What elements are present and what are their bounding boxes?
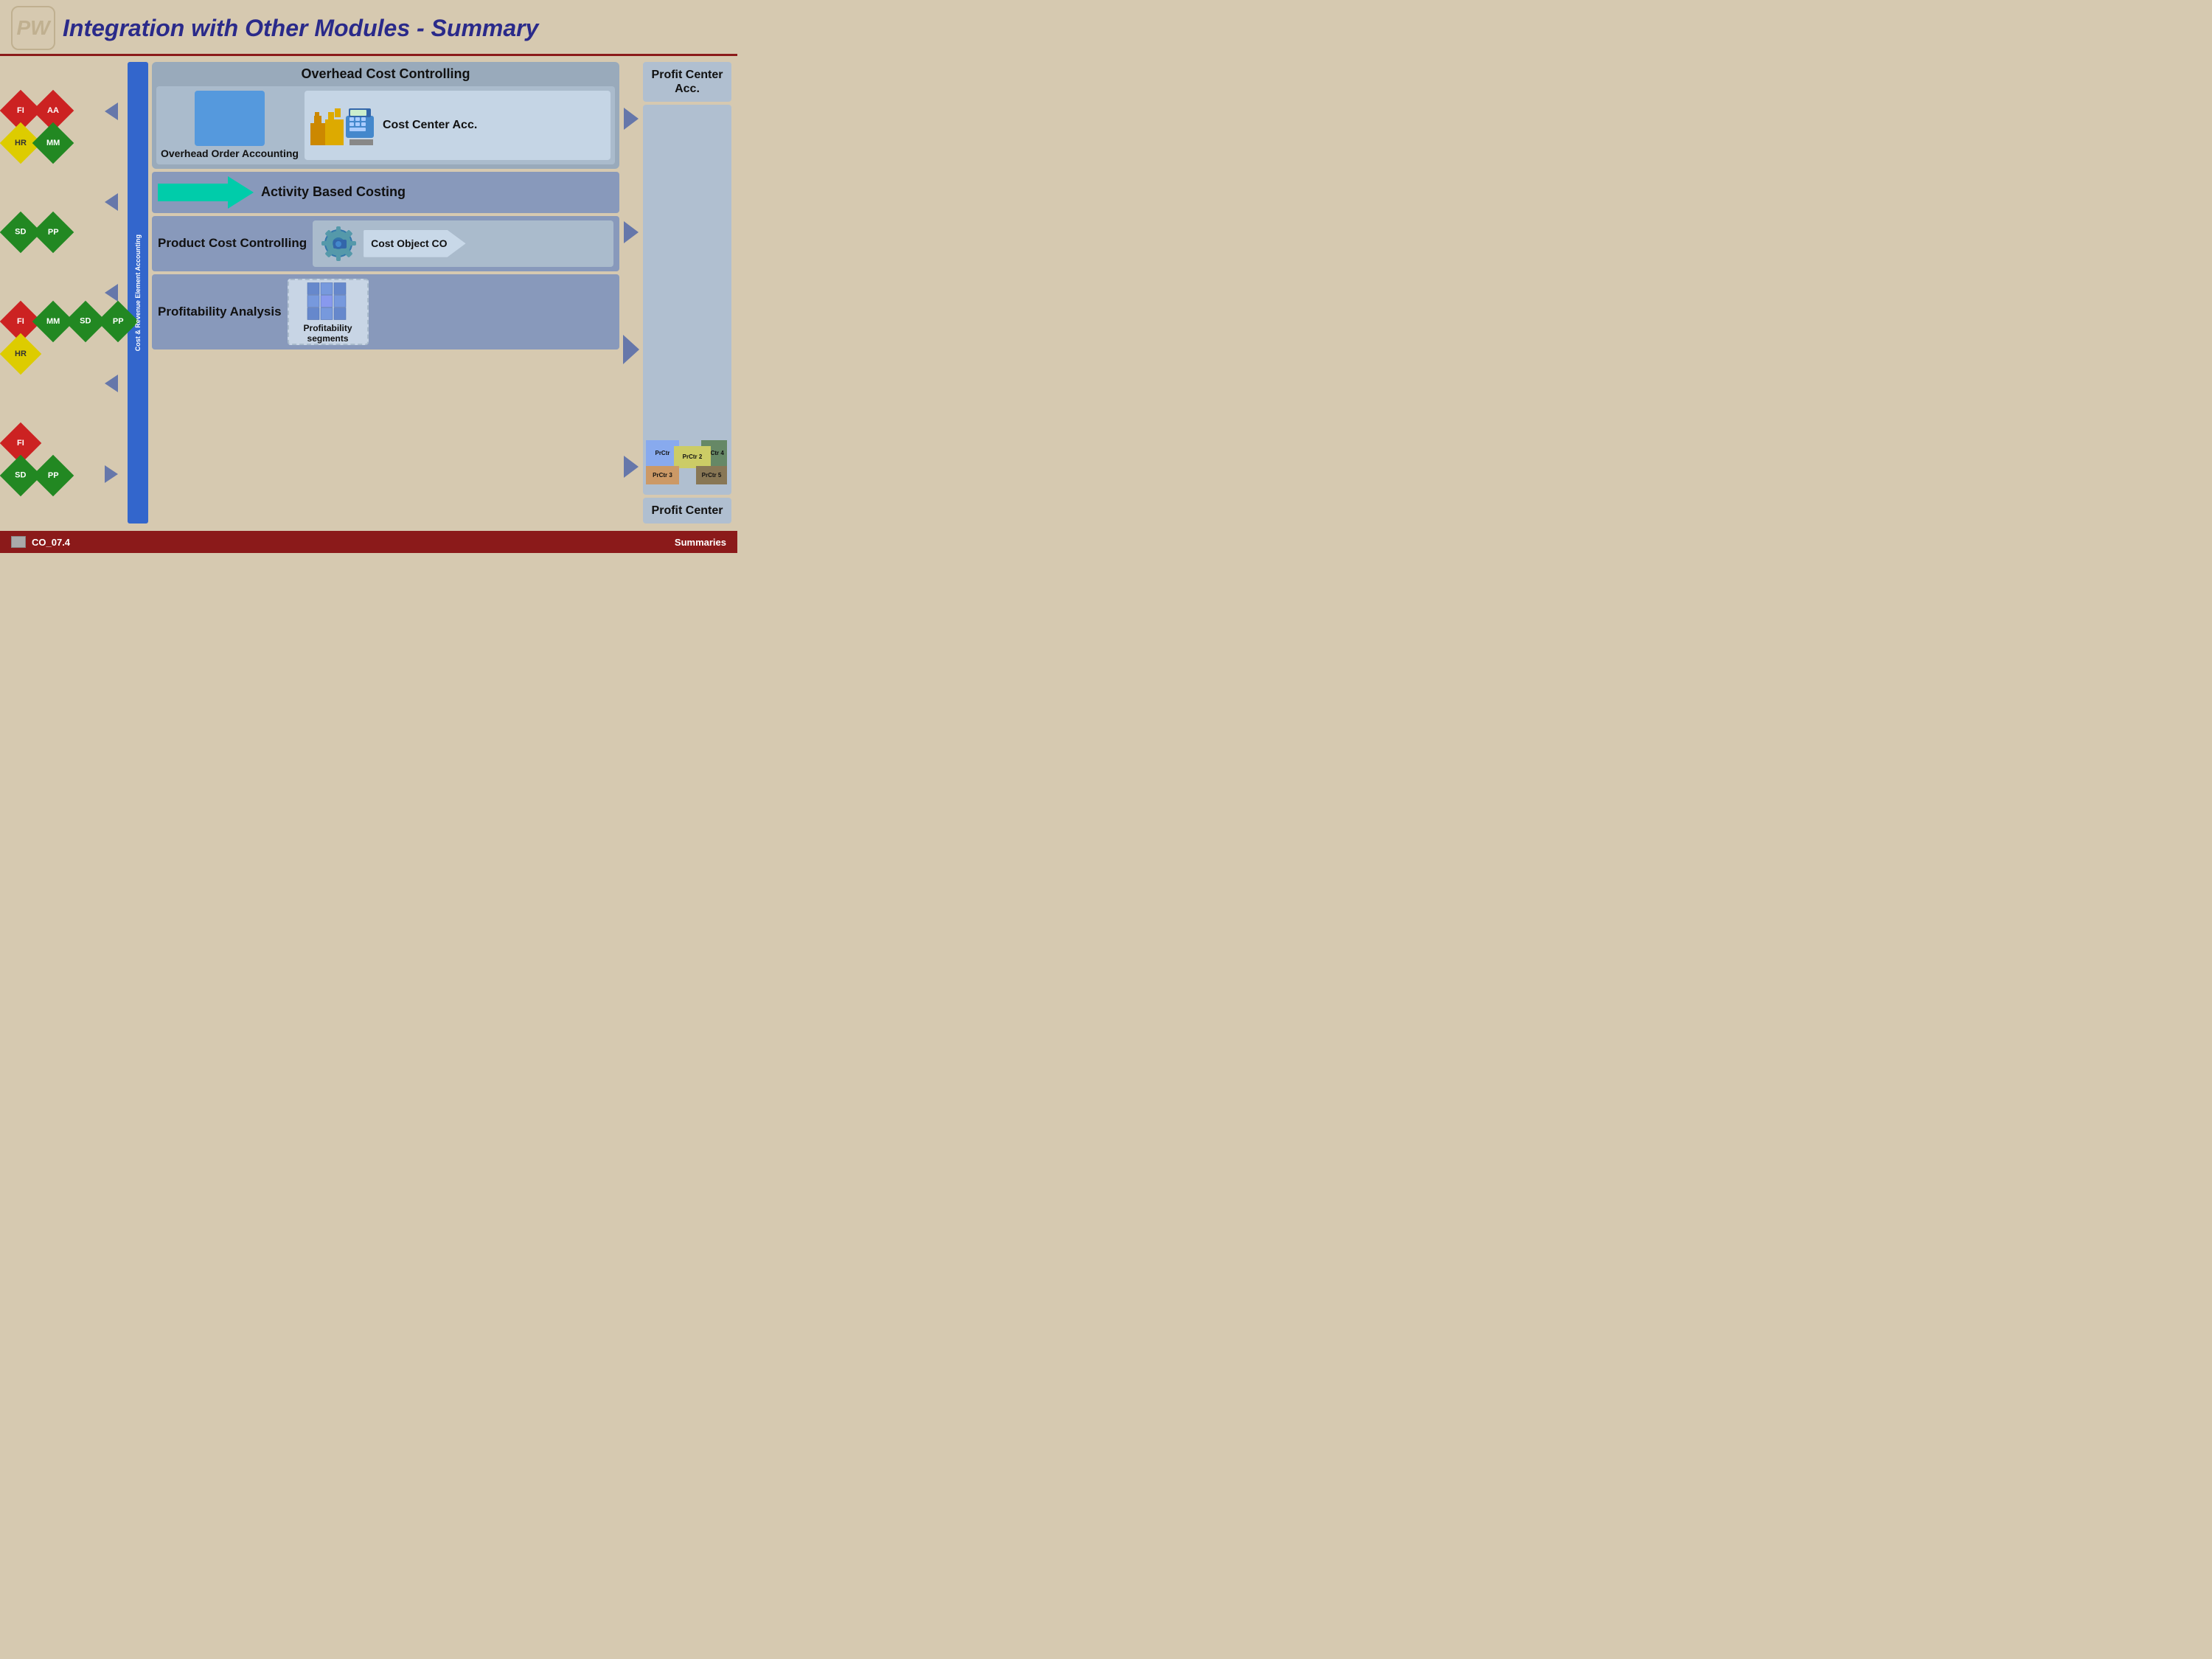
- badge-PP-3: PP: [32, 454, 74, 496]
- arrow-left-3: [105, 284, 118, 302]
- gear-icon: [319, 223, 359, 264]
- footer-left: CO_07.4: [11, 536, 70, 548]
- center-diagram: Overhead Cost Controlling Overhead Order…: [152, 62, 619, 524]
- badge-group-4: FI SD PP: [6, 428, 94, 490]
- right-arrow-down: [623, 335, 639, 364]
- badge-row: HR MM: [6, 128, 94, 158]
- header: PW Integration with Other Modules - Summ…: [0, 0, 737, 56]
- right-arrow-1: [624, 108, 639, 130]
- right-arrow-3: [624, 456, 639, 478]
- factory-cashregister-icon: [310, 101, 377, 149]
- cost-center-icons: [310, 101, 377, 149]
- pcc-section: Product Cost Controlling: [152, 216, 619, 271]
- badge-group-3: FI MM SD PP HR: [6, 307, 94, 369]
- ooa-icon: [195, 91, 265, 146]
- badge-row: FI: [6, 428, 94, 458]
- badge-PP-1: PP: [32, 211, 74, 253]
- abc-section: Activity Based Costing: [152, 172, 619, 213]
- occ-panel: Overhead Cost Controlling Overhead Order…: [152, 62, 619, 169]
- right-arrow-2: [624, 221, 639, 243]
- arrow-right-1: [105, 465, 118, 483]
- occ-inner: Overhead Order Accounting: [156, 86, 615, 164]
- prof-cube-area: Profitability segments: [288, 279, 369, 345]
- occ-title: Overhead Cost Controlling: [156, 66, 615, 82]
- prctr-map-inner: PrCtr PrCtr 4 PrCtr 2 PrCtr 3 PrCtr 5: [646, 440, 728, 492]
- right-arrows-column: [623, 62, 639, 524]
- left-badges-column: FI AA HR MM SD PP FI MM SD PP HR: [6, 62, 94, 524]
- abc-arrow-icon: [158, 176, 254, 209]
- badge-MM-1: MM: [32, 122, 74, 164]
- cost-obj-area: Cost Object CO: [313, 220, 613, 267]
- profit-center-map: PrCtr PrCtr 4 PrCtr 2 PrCtr 3 PrCtr 5: [643, 105, 731, 494]
- vertical-bar: Cost & Revenue Element Accounting: [128, 62, 148, 524]
- arrow-left-1: [105, 102, 118, 120]
- right-column: Profit Center Acc. PrCtr PrCtr 4 PrCtr 2…: [643, 62, 731, 524]
- arrow-left-4: [105, 375, 118, 392]
- profit-center-acc: Profit Center Acc.: [643, 62, 731, 102]
- prof-seg-label: Profitability segments: [289, 323, 367, 344]
- vertical-bar-label: Cost & Revenue Element Accounting: [134, 234, 142, 351]
- prof-section: Profitability Analysis: [152, 274, 619, 349]
- footer-section: Summaries: [675, 537, 726, 548]
- badge-row: HR: [6, 339, 94, 369]
- badge-row: FI AA: [6, 96, 94, 125]
- badge-row: SD PP: [6, 461, 94, 490]
- cost-center-label: Cost Center Acc.: [383, 119, 477, 132]
- prctr-5: PrCtr 5: [696, 466, 727, 484]
- cube-icon: [306, 280, 350, 323]
- badge-group-1: FI AA HR MM: [6, 96, 94, 158]
- cost-obj-label: Cost Object CO: [371, 237, 447, 250]
- profit-center-label: Profit Center: [649, 504, 726, 518]
- footer: CO_07.4 Summaries: [0, 531, 737, 553]
- badge-row: SD PP: [6, 218, 94, 247]
- badge-HR-2: HR: [0, 333, 41, 375]
- logo: PW: [11, 6, 55, 50]
- cost-center-section: Cost Center Acc.: [305, 91, 611, 160]
- main-content: FI AA HR MM SD PP FI MM SD PP HR: [0, 56, 737, 552]
- ooa-section: Overhead Order Accounting: [161, 91, 299, 160]
- abc-label: Activity Based Costing: [261, 184, 406, 201]
- arrow-left-2: [105, 193, 118, 211]
- prctr-3: PrCtr 3: [646, 466, 679, 484]
- footer-icon: [11, 536, 26, 548]
- page-title: Integration with Other Modules - Summary: [63, 15, 538, 42]
- badge-row: FI MM SD PP: [6, 307, 94, 336]
- logo-text: PW: [16, 16, 49, 40]
- left-arrows-column: [98, 62, 124, 524]
- profit-center-acc-label: Profit Center Acc.: [649, 68, 726, 96]
- cost-obj-box: Cost Object CO: [364, 230, 465, 257]
- ooa-label: Overhead Order Accounting: [161, 147, 299, 160]
- prctr-2: PrCtr 2: [674, 446, 711, 468]
- pcc-label: Product Cost Controlling: [158, 236, 307, 251]
- badge-group-2: SD PP: [6, 218, 94, 247]
- footer-slide-id: CO_07.4: [32, 537, 70, 548]
- profit-center-bottom: Profit Center: [643, 498, 731, 524]
- prof-label: Profitability Analysis: [158, 305, 282, 319]
